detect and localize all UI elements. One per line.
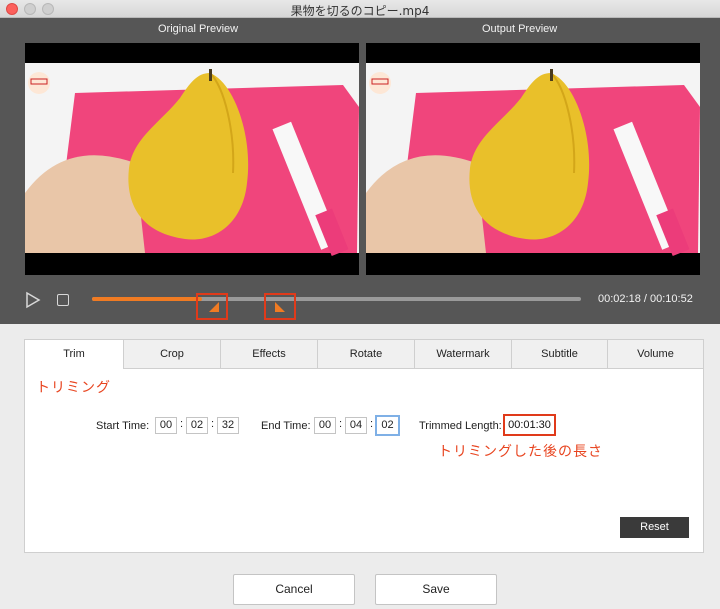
tab-trim[interactable]: Trim (25, 340, 123, 369)
trim-end-handle[interactable] (264, 293, 297, 320)
cancel-button[interactable]: Cancel (233, 574, 355, 605)
trim-start-handle[interactable] (195, 293, 228, 320)
reset-button[interactable]: Reset (620, 517, 689, 538)
title-bar: 果物を切るのコピー.mp4 (0, 0, 720, 18)
tab-rotate[interactable]: Rotate (317, 340, 414, 369)
tab-effects[interactable]: Effects (220, 340, 317, 369)
end-time-label: End Time: (261, 420, 311, 432)
tab-subtitle[interactable]: Subtitle (511, 340, 607, 369)
play-button[interactable] (25, 291, 41, 309)
tab-watermark[interactable]: Watermark (414, 340, 511, 369)
start-minutes-field[interactable]: 02 (186, 417, 208, 434)
trimmed-length-value: 00:01:30 (503, 414, 556, 436)
play-icon (26, 291, 41, 309)
end-seconds-field[interactable]: 02 (375, 415, 400, 436)
tab-volume[interactable]: Volume (607, 340, 703, 369)
original-preview-label: Original Preview (158, 23, 239, 35)
edit-panel: Trim Crop Effects Rotate Watermark Subti… (24, 339, 704, 553)
output-preview-label: Output Preview (482, 23, 558, 35)
timeline-track[interactable] (92, 297, 581, 301)
start-seconds-field[interactable]: 32 (217, 417, 239, 434)
save-button[interactable]: Save (375, 574, 497, 605)
end-minutes-field[interactable]: 04 (345, 417, 367, 434)
tab-bar: Trim Crop Effects Rotate Watermark Subti… (25, 340, 703, 369)
start-time-label: Start Time: (96, 420, 150, 432)
output-preview-video (366, 43, 700, 275)
trimmed-length-label: Trimmed Length: (419, 420, 502, 432)
tab-crop[interactable]: Crop (123, 340, 220, 369)
stop-button[interactable] (57, 294, 69, 306)
timeline-progress (92, 297, 203, 301)
trimmed-length-annotation: トリミングした後の長さ (438, 444, 603, 460)
original-preview-video (25, 43, 359, 275)
timecode: 00:02:18 / 00:10:52 (598, 293, 693, 305)
end-hours-field[interactable]: 00 (314, 417, 336, 434)
start-hours-field[interactable]: 00 (155, 417, 177, 434)
trimming-annotation: トリミング (36, 380, 111, 396)
window-title: 果物を切るのコピー.mp4 (290, 4, 430, 18)
preview-area: Original Preview Output Preview (0, 18, 720, 324)
